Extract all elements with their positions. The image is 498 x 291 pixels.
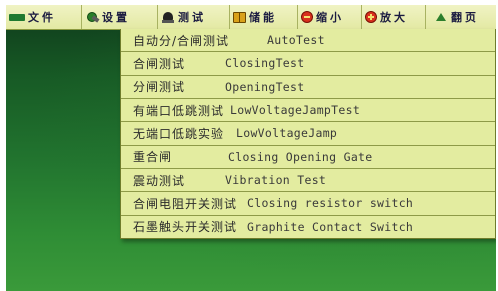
menu-item-closing-resistor[interactable]: 合闸电阻开关测试 Closing resistor switch [121,192,495,216]
menu-item-cn-label: 震动测试 [133,173,186,188]
menu-item-en-label: AutoTest [267,33,325,48]
menu-item-cn-label: 合闸测试 [133,56,186,71]
menu-item-closing-test[interactable]: 合闸测试 ClosingTest [121,52,495,76]
menu-test[interactable]: 测试 [158,5,230,29]
test-icon [161,11,175,23]
menu-item-cn-label: 有端口低跳测试 [133,103,225,118]
menu-item-en-label: Closing Opening Gate [228,149,373,164]
menu-item-cn-label: 无端口低跳实验 [133,126,225,141]
menu-item-en-label: Graphite Contact Switch [247,219,414,234]
menu-test-label: 测试 [178,11,206,24]
menu-item-reclosing[interactable]: 重合闸 Closing Opening Gate [121,146,495,169]
menu-item-opening-test[interactable]: 分闸测试 OpeningTest [121,76,495,99]
menu-item-en-label: LowVoltageJamp [236,126,338,141]
menu-settings-label: 设置 [102,11,130,24]
menu-item-en-label: ClosingTest [225,56,305,71]
menu-page[interactable]: 翻页 [426,5,496,29]
menu-bar: 文件 设置 测试 储能 缩小 放大 翻页 [6,5,496,30]
menu-item-cn-label: 石墨触头开关测试 [133,220,238,235]
menu-item-en-label: OpeningTest [225,79,305,94]
zoom-in-icon [365,11,377,23]
file-icon [9,13,25,21]
test-dropdown-menu: 自动分/合闸测试 AutoTest 合闸测试 ClosingTest 分闸测试 … [120,29,496,239]
storage-icon [233,11,246,23]
zoom-out-icon [301,11,313,23]
menu-item-cn-label: 自动分/合闸测试 [133,33,230,48]
menu-zoom-in[interactable]: 放大 [362,5,426,29]
device-screen: 文件 设置 测试 储能 缩小 放大 翻页 自动分/合闸测试 AutoTest 合… [6,5,496,291]
menu-item-lv-jamp[interactable]: 无端口低跳实验 LowVoltageJamp [121,122,495,146]
settings-icon [85,11,99,23]
menu-storage-label: 储能 [249,11,277,24]
menu-zoom-out[interactable]: 缩小 [298,5,362,29]
menu-item-en-label: Closing resistor switch [247,196,414,211]
menu-settings[interactable]: 设置 [82,5,158,29]
menu-item-cn-label: 分闸测试 [133,80,186,95]
page-icon [434,11,448,23]
menu-storage[interactable]: 储能 [230,5,298,29]
menu-item-en-label: LowVoltageJampTest [230,103,361,118]
menu-item-en-label: Vibration Test [225,173,327,188]
menu-item-cn-label: 合闸电阻开关测试 [133,196,238,211]
menu-page-label: 翻页 [451,11,479,24]
menu-item-lv-jamp-test[interactable]: 有端口低跳测试 LowVoltageJampTest [121,99,495,123]
menu-zoom-in-label: 放大 [380,11,408,24]
menu-item-vibration-test[interactable]: 震动测试 Vibration Test [121,169,495,193]
menu-file[interactable]: 文件 [6,5,82,29]
menu-item-auto-test[interactable]: 自动分/合闸测试 AutoTest [121,29,495,53]
menu-file-label: 文件 [28,11,56,24]
menu-item-graphite-contact[interactable]: 石墨触头开关测试 Graphite Contact Switch [121,216,495,238]
menu-zoom-out-label: 缩小 [316,11,344,24]
menu-item-cn-label: 重合闸 [133,150,173,165]
